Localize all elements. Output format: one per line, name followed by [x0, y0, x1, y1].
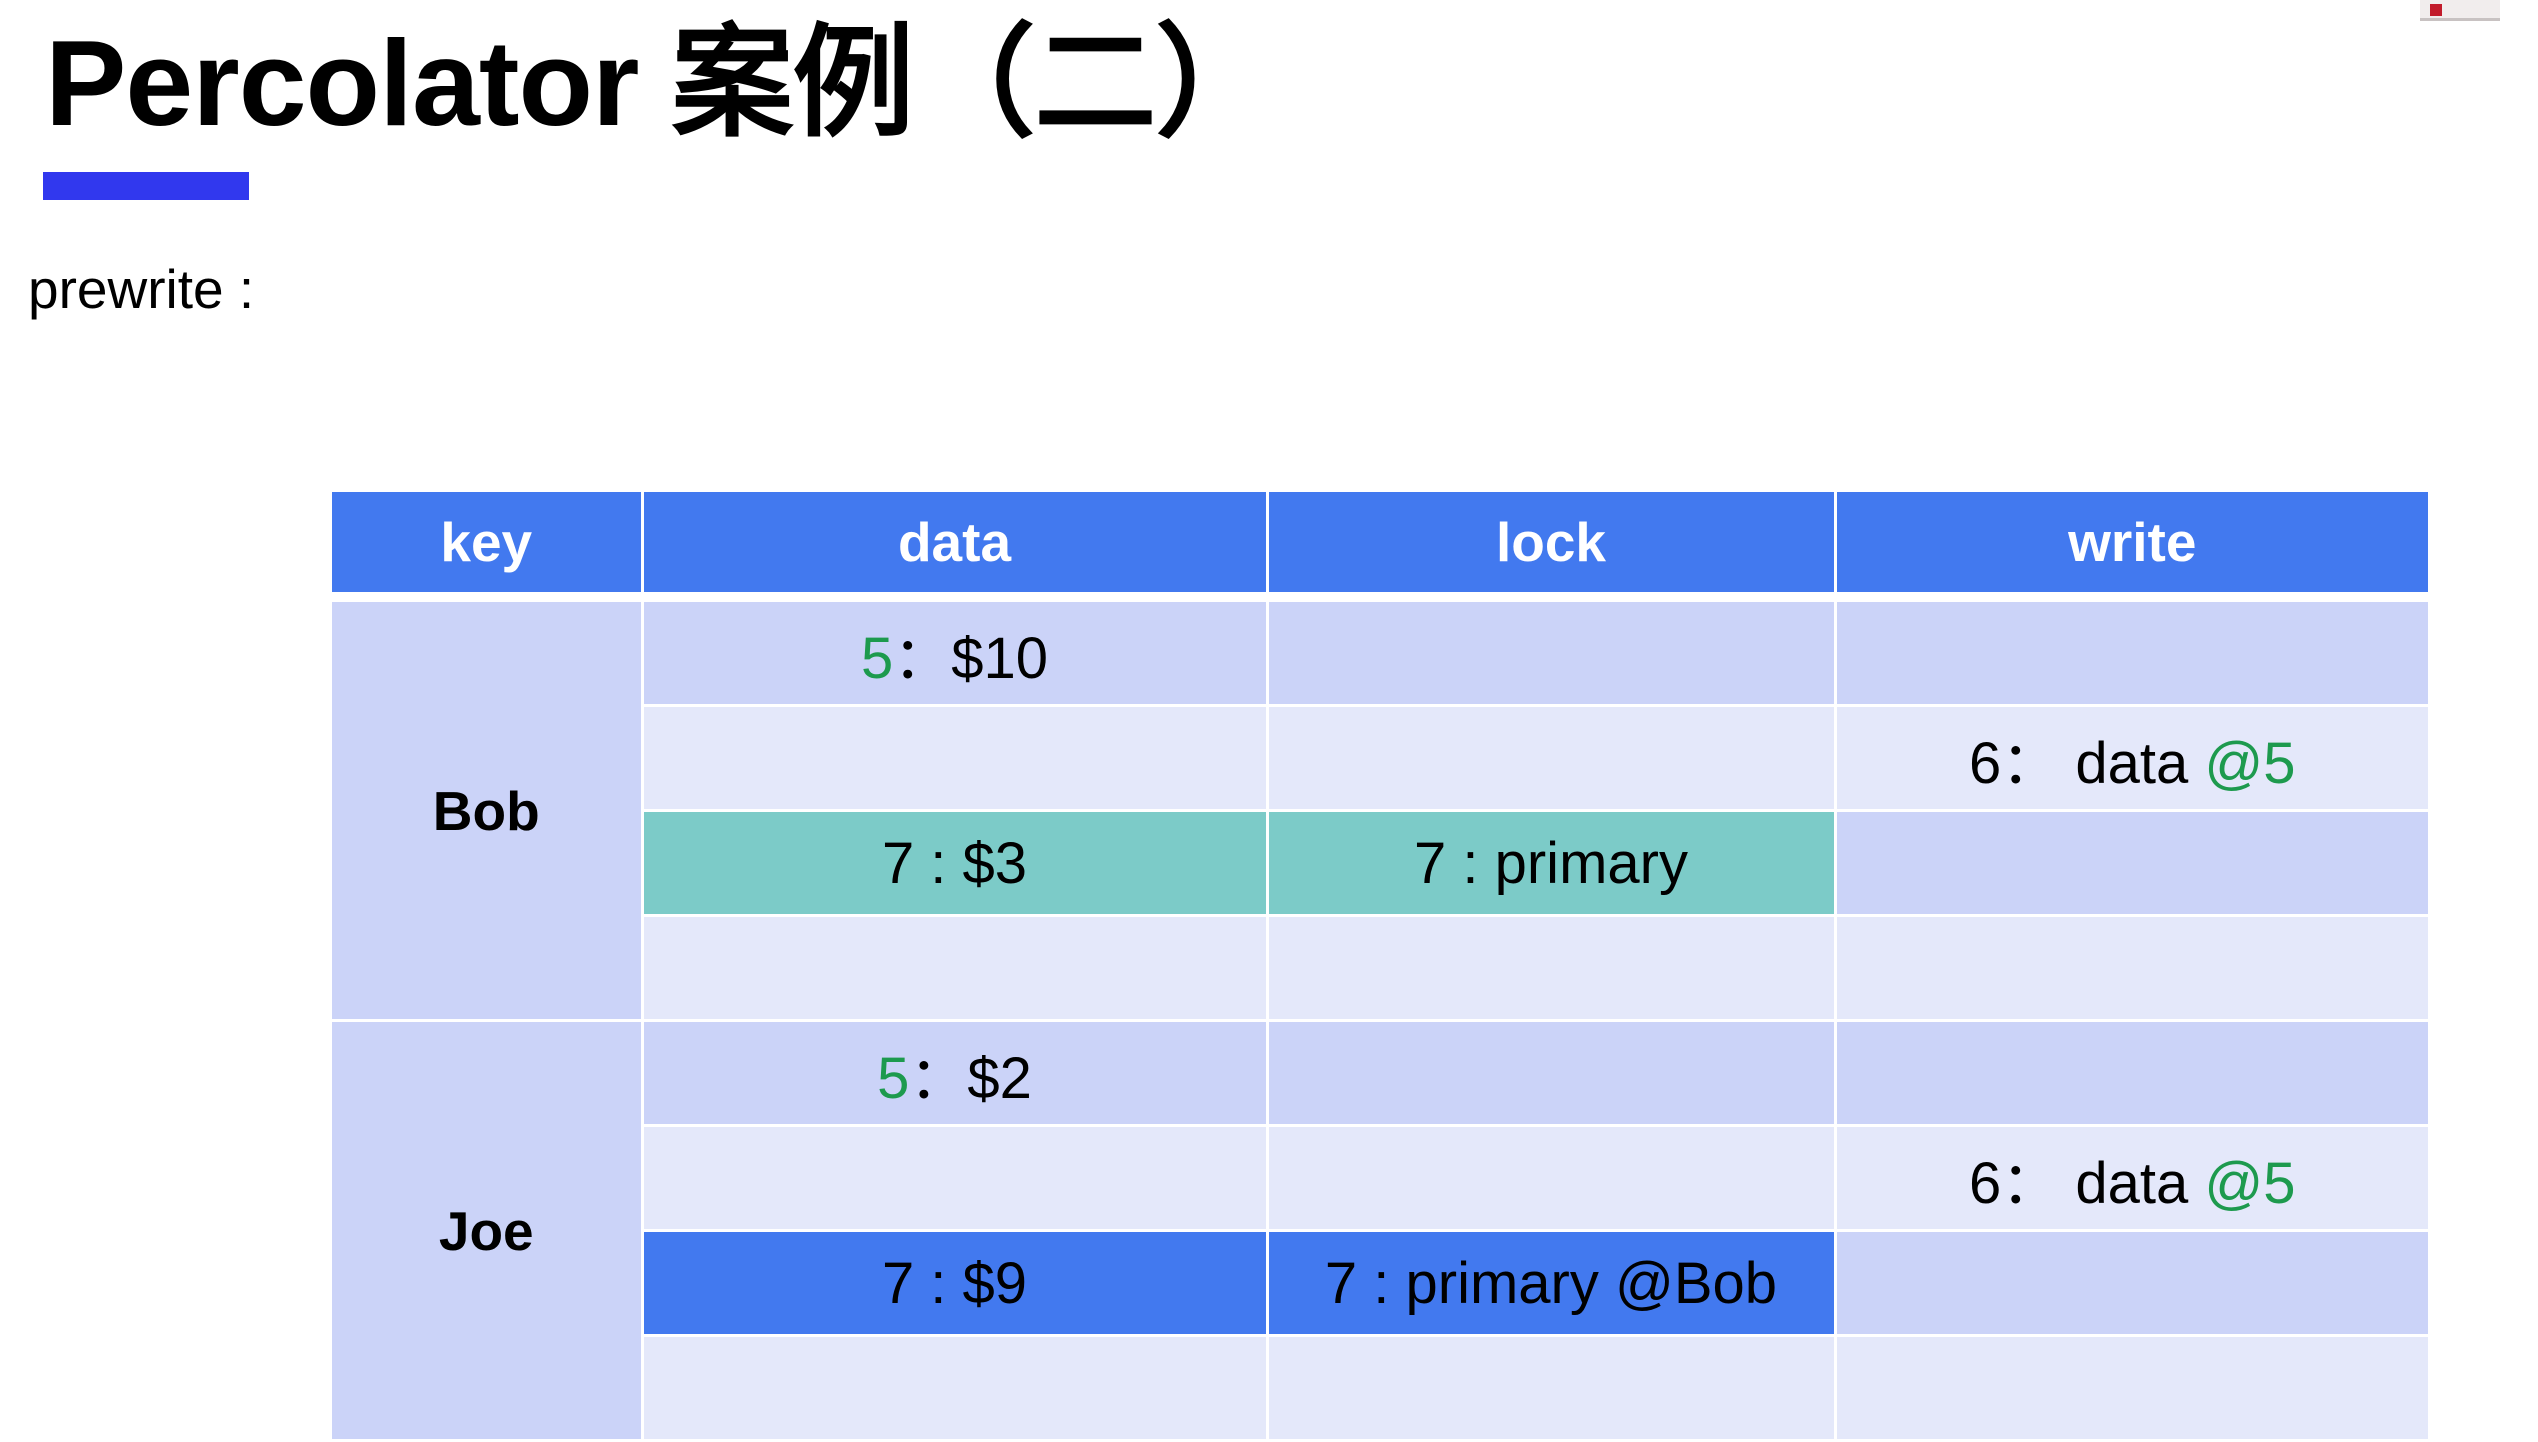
header-key: key	[332, 492, 644, 602]
lock-cell	[1267, 705, 1837, 812]
write-version: @5	[2204, 1151, 2296, 1216]
version-number: 5	[860, 626, 894, 691]
lock-cell-highlight: 7 : primary @Bob	[1267, 1230, 1837, 1337]
separator: ：	[893, 626, 952, 691]
write-timestamp: 6：	[1968, 731, 2060, 796]
title-underline-bar	[43, 172, 249, 200]
lock-cell	[1267, 1335, 1837, 1442]
header-write: write	[1835, 492, 2428, 602]
slide-title: Percolator 案例（二）	[45, 15, 1277, 151]
data-cell: 5：$2	[642, 1020, 1269, 1127]
lock-cell	[1267, 1125, 1837, 1232]
corner-decoration	[2420, 0, 2500, 21]
table-row: 6： data @5	[332, 1125, 2428, 1232]
data-cell-highlight: 7 : $3	[642, 810, 1269, 917]
table-row: 7 : $3 7 : primary	[332, 810, 2428, 917]
data-value: $2	[967, 1046, 1032, 1111]
write-text: data	[2075, 1151, 2189, 1216]
lock-cell	[1267, 597, 1837, 707]
write-version: @5	[2204, 731, 2296, 796]
key-cell-joe: Joe	[332, 1020, 644, 1442]
write-cell	[1835, 1230, 2428, 1337]
percolator-table: key data lock write Bob 5：$10 6： data @5…	[332, 492, 2428, 1442]
table-header-row: key data lock write	[332, 492, 2428, 602]
write-cell: 6： data @5	[1835, 705, 2428, 812]
lock-cell	[1267, 915, 1837, 1022]
write-cell	[1835, 1020, 2428, 1127]
header-data: data	[642, 492, 1269, 602]
table-row: Bob 5：$10	[332, 597, 2428, 1022]
write-cell	[1835, 810, 2428, 917]
slide-subtitle: prewrite :	[28, 258, 255, 320]
version-number: 5	[877, 1046, 910, 1111]
write-cell	[1835, 597, 2428, 707]
data-value: $10	[951, 626, 1049, 691]
table-row: Joe 5：$2	[332, 1020, 2428, 1442]
separator: ：	[909, 1046, 968, 1111]
data-cell	[642, 1335, 1269, 1442]
lock-cell-highlight: 7 : primary	[1267, 810, 1837, 917]
data-cell: 5：$10	[642, 597, 1269, 707]
table-row: 7 : $9 7 : primary @Bob	[332, 1230, 2428, 1337]
write-text: data	[2075, 731, 2189, 796]
write-cell	[1835, 915, 2428, 1022]
key-cell-bob: Bob	[332, 597, 644, 1022]
write-cell	[1835, 1335, 2428, 1442]
data-cell	[642, 915, 1269, 1022]
lock-cell	[1267, 1020, 1837, 1127]
write-cell: 6： data @5	[1835, 1125, 2428, 1232]
table-row	[332, 1335, 2428, 1442]
data-cell	[642, 1125, 1269, 1232]
table-row: 6： data @5	[332, 705, 2428, 812]
data-cell	[642, 705, 1269, 812]
write-timestamp: 6：	[1968, 1151, 2060, 1216]
table-row	[332, 915, 2428, 1022]
data-cell-highlight: 7 : $9	[642, 1230, 1269, 1337]
header-lock: lock	[1267, 492, 1837, 602]
